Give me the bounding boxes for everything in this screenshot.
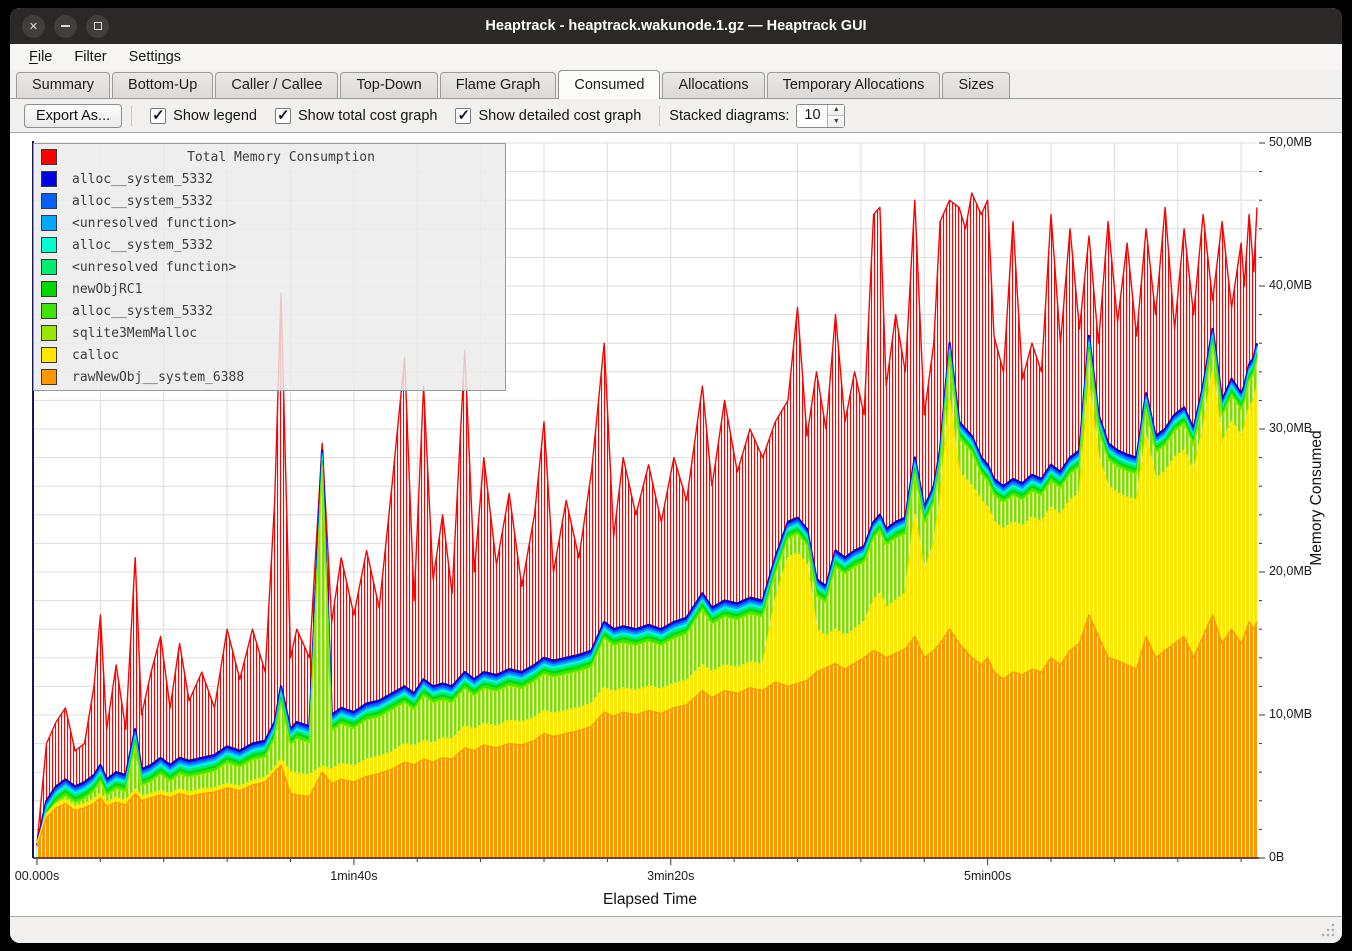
legend-item: rawNewObj__system_6388 bbox=[34, 366, 505, 388]
x-tick-label: 00.000s bbox=[15, 869, 59, 883]
y-tick-label: 0B bbox=[1269, 850, 1284, 864]
tab-summary[interactable]: Summary bbox=[16, 72, 110, 98]
legend-swatch-icon bbox=[41, 193, 57, 209]
tab-bottom-up[interactable]: Bottom-Up bbox=[112, 72, 213, 98]
legend-item: <unresolved function> bbox=[34, 212, 505, 234]
spinner-up-icon[interactable]: ▲ bbox=[828, 105, 844, 117]
tab-caller-callee[interactable]: Caller / Callee bbox=[215, 72, 338, 98]
legend-item: calloc bbox=[34, 344, 505, 366]
x-tick-label: 5min00s bbox=[964, 869, 1011, 883]
x-axis-title: Elapsed Time bbox=[10, 891, 1290, 909]
tab-allocations[interactable]: Allocations bbox=[662, 72, 764, 98]
app-window: ✕ Heaptrack - heaptrack.wakunode.1.gz — … bbox=[10, 8, 1342, 943]
y-tick-label: 30,0MB bbox=[1269, 421, 1312, 435]
status-bar bbox=[10, 917, 1342, 943]
legend-item: sqlite3MemMalloc bbox=[34, 322, 505, 344]
tab-flame-graph[interactable]: Flame Graph bbox=[440, 72, 557, 98]
legend-swatch-icon bbox=[41, 171, 57, 187]
checkbox-show-total-cost-graph[interactable]: ✓ Show total cost graph bbox=[275, 108, 437, 124]
legend-label: alloc__system_5332 bbox=[72, 194, 213, 209]
menu-bar: FileFilterSettings bbox=[10, 44, 1342, 70]
menu-item-settings[interactable]: Settings bbox=[118, 46, 192, 68]
menu-item-filter[interactable]: Filter bbox=[63, 46, 117, 68]
chart-legend: Total Memory Consumption alloc__system_53… bbox=[33, 143, 506, 391]
legend-label: alloc__system_5332 bbox=[72, 238, 213, 253]
y-tick-label: 50,0MB bbox=[1269, 135, 1312, 149]
resize-grip[interactable] bbox=[1320, 922, 1336, 938]
title-bar[interactable]: ✕ Heaptrack - heaptrack.wakunode.1.gz — … bbox=[10, 8, 1342, 44]
tab-top-down[interactable]: Top-Down bbox=[340, 72, 437, 98]
legend-swatch-icon bbox=[41, 369, 57, 385]
legend-swatch-icon bbox=[41, 237, 57, 253]
y-axis-title: Memory Consumed bbox=[1308, 398, 1328, 598]
legend-label: calloc bbox=[72, 348, 119, 363]
spinner-down-icon[interactable]: ▼ bbox=[828, 116, 844, 127]
legend-label: newObjRC1 bbox=[72, 282, 142, 297]
tab-bar: SummaryBottom-UpCaller / CalleeTop-DownF… bbox=[10, 70, 1342, 99]
menu-item-file[interactable]: File bbox=[18, 46, 63, 68]
spinner-value[interactable]: 10 bbox=[797, 105, 827, 127]
close-icon[interactable]: ✕ bbox=[22, 15, 45, 38]
legend-item: alloc__system_5332 bbox=[34, 300, 505, 322]
legend-swatch-icon bbox=[41, 281, 57, 297]
legend-label: alloc__system_5332 bbox=[72, 304, 213, 319]
y-tick-label: 40,0MB bbox=[1269, 278, 1312, 292]
tab-temporary-allocations[interactable]: Temporary Allocations bbox=[767, 72, 941, 98]
legend-swatch-icon bbox=[41, 215, 57, 231]
legend-item: <unresolved function> bbox=[34, 256, 505, 278]
checkbox-show-detailed-cost-graph[interactable]: ✓ Show detailed cost graph bbox=[455, 108, 641, 124]
legend-item: newObjRC1 bbox=[34, 278, 505, 300]
legend-swatch-icon bbox=[41, 325, 57, 341]
legend-item: alloc__system_5332 bbox=[34, 190, 505, 212]
legend-item: alloc__system_5332 bbox=[34, 234, 505, 256]
legend-swatch-icon bbox=[41, 149, 57, 165]
legend-label: Total Memory Consumption bbox=[57, 150, 505, 165]
toolbar-separator bbox=[131, 106, 132, 126]
toolbar: Export As... ✓ Show legend ✓ Show total cos… bbox=[10, 99, 1342, 132]
export-as-button[interactable]: Export As... bbox=[24, 104, 122, 128]
legend-swatch-icon bbox=[41, 303, 57, 319]
legend-swatch-icon bbox=[41, 259, 57, 275]
y-tick-label: 10,0MB bbox=[1269, 707, 1312, 721]
legend-label: rawNewObj__system_6388 bbox=[72, 370, 244, 385]
legend-label: <unresolved function> bbox=[72, 216, 236, 231]
window-controls: ✕ bbox=[22, 15, 109, 38]
checkbox-box[interactable]: ✓ bbox=[455, 108, 471, 124]
checkbox-box[interactable]: ✓ bbox=[275, 108, 291, 124]
legend-label: alloc__system_5332 bbox=[72, 172, 213, 187]
y-tick-label: 20,0MB bbox=[1269, 564, 1312, 578]
legend-item: Total Memory Consumption bbox=[34, 146, 505, 168]
checkbox-label: Show legend bbox=[173, 108, 257, 124]
consumed-chart: 00.000s 1min40s 3min20s 5min00s 0B 10,0MB 20,0… bbox=[10, 132, 1342, 917]
legend-item: alloc__system_5332 bbox=[34, 168, 505, 190]
stacked-diagrams-label: Stacked diagrams: bbox=[669, 108, 789, 124]
tab-consumed[interactable]: Consumed bbox=[558, 70, 660, 99]
stacked-diagrams-spinner[interactable]: 10 ▲ ▼ bbox=[796, 104, 845, 128]
legend-label: sqlite3MemMalloc bbox=[72, 326, 197, 341]
legend-swatch-icon bbox=[41, 347, 57, 363]
window-title: Heaptrack - heaptrack.wakunode.1.gz — He… bbox=[10, 18, 1342, 34]
checkbox-show-legend[interactable]: ✓ Show legend bbox=[150, 108, 257, 124]
x-tick-label: 1min40s bbox=[330, 869, 377, 883]
maximize-icon[interactable] bbox=[86, 15, 109, 38]
checkbox-label: Show total cost graph bbox=[298, 108, 437, 124]
tab-sizes[interactable]: Sizes bbox=[942, 72, 1009, 98]
checkbox-label: Show detailed cost graph bbox=[478, 108, 641, 124]
checkbox-box[interactable]: ✓ bbox=[150, 108, 166, 124]
toolbar-separator bbox=[659, 106, 660, 126]
legend-label: <unresolved function> bbox=[72, 260, 236, 275]
x-tick-label: 3min20s bbox=[647, 869, 694, 883]
minimize-icon[interactable] bbox=[54, 15, 77, 38]
